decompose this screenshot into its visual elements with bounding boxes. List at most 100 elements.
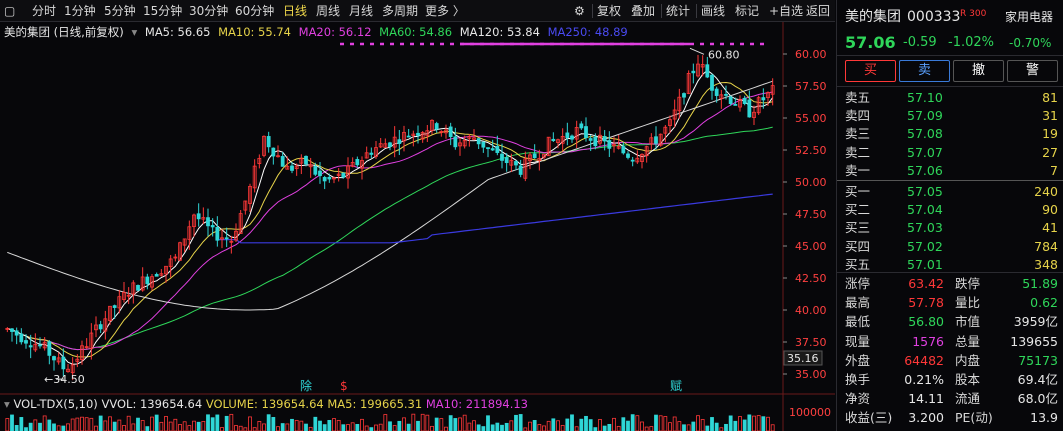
candle-body [327,176,332,180]
draw-line-button[interactable]: 画线 [701,0,725,22]
volume-bar [579,418,584,431]
volume-bar [621,417,626,431]
volume-bar [677,421,682,431]
volume-bar [710,417,714,431]
candle-body [355,159,360,166]
bid-volume: 348 [1034,256,1058,272]
bid-row[interactable]: 买一 57.05 240 [837,182,1063,201]
tab-weekly[interactable]: 周线 [316,0,340,22]
tab-60min[interactable]: 60分钟 [235,0,274,22]
buy-button[interactable]: 买 [845,60,896,82]
candle-body [24,340,28,344]
volume-bar [168,421,173,431]
candle-body [210,225,215,228]
volume-bar [574,426,579,431]
volume-bar [742,419,747,431]
add-watchlist-button[interactable]: +自选 [769,0,803,22]
overlay-button[interactable]: 叠加 [631,0,655,22]
candle-body [481,141,486,148]
stat-value: 68.0亿 [1017,391,1058,407]
ask-row[interactable]: 卖四 57.09 31 [837,106,1063,125]
volume-bar [668,422,672,431]
volume-bar [374,424,378,431]
candle-body [215,226,220,241]
stat-label: PE(动) [955,410,993,426]
chevron-down-icon[interactable]: ▾ [4,397,10,411]
tab-5min[interactable]: 5分钟 [104,0,136,22]
candle-body [448,126,453,137]
candle-body [705,64,710,78]
sell-button[interactable]: 卖 [899,60,950,82]
volume-bar [448,415,453,431]
candle-body [318,170,322,177]
candle-body [224,237,229,240]
bid-level-label: 买二 [845,202,871,218]
tab-1min[interactable]: 1分钟 [64,0,96,22]
volume-bar [490,424,495,431]
price-axis-label: 47.50 [795,208,827,221]
volume-bar [66,423,70,431]
volume-bar [192,420,196,431]
menu-icon[interactable]: ▢ [4,0,15,22]
ask-row[interactable]: 卖一 57.06 7 [837,161,1063,180]
bid-row[interactable]: 买四 57.02 784 [837,237,1063,256]
volume-bar [360,418,364,431]
kline-chart[interactable]: 60.00 57.50 55.00 52.50 50.00 47.50 45.00 42.50… [0,22,835,431]
ask-price: 57.10 [907,90,943,105]
volume-bar [108,416,112,431]
ask-row[interactable]: 卖五 57.10 81 [837,88,1063,107]
tab-multi-period[interactable]: 多周期 [382,0,418,22]
mark-button[interactable]: 标记 [735,0,759,22]
cancel-order-button[interactable]: 撤 [953,60,1004,82]
tab-daily[interactable]: 日线 [283,0,307,22]
volume-bar [500,424,504,431]
bid-level-label: 买三 [845,220,871,236]
volume-bar [556,420,560,431]
ask-volume: 27 [1042,144,1058,160]
volume-bar [252,427,257,431]
bid-row[interactable]: 买三 57.03 41 [837,218,1063,237]
stat-label: 流通 [955,391,981,407]
bid-level-label: 买五 [845,256,871,272]
volume-bar [406,423,411,431]
volume-bar [112,421,117,431]
stock-name: 美的集团 [845,9,901,25]
statistics-button[interactable]: 统计 [666,0,690,22]
volume-bar [528,421,532,431]
volume-bar [369,427,374,431]
alert-button[interactable]: 警 [1007,60,1058,82]
tab-30min[interactable]: 30分钟 [189,0,228,22]
back-button[interactable]: 返回 [806,0,830,22]
candle-body [476,138,481,145]
ask-row[interactable]: 卖三 57.08 19 [837,124,1063,143]
bid-row[interactable]: 买五 57.01 348 [837,255,1063,274]
tab-monthly[interactable]: 月线 [349,0,373,22]
stat-label: 最高 [845,295,871,311]
ma5-line [7,69,774,365]
volume-bar [346,424,350,431]
tab-fenshi[interactable]: 分时 [32,0,56,22]
settings-icon[interactable]: ⚙ [574,0,585,22]
candle-body [434,123,439,130]
volume-bar [196,421,201,431]
tab-15min[interactable]: 15分钟 [143,0,182,22]
stat-value: 57.78 [908,295,944,311]
volume-bar [635,415,640,431]
adjust-button[interactable]: 复权 [597,0,621,22]
ask-row[interactable]: 卖二 57.07 27 [837,143,1063,162]
candle-body [322,176,327,182]
volume-bar [42,415,47,431]
volume-bar [486,415,490,431]
sector-name[interactable]: 家用电器 [1005,8,1053,27]
ask-level-label: 卖一 [845,162,871,178]
stat-row: 换手 0.21% 股本 69.4亿 [837,370,1063,389]
tab-more[interactable]: 更多 〉 [425,0,465,22]
bid-price: 57.02 [907,238,943,254]
volume-bar [388,421,392,431]
ask-price: 57.09 [907,108,943,124]
volume-bar [103,420,108,431]
volume-bar [453,418,458,431]
volume-bar [411,413,416,431]
ma250-line [217,193,773,244]
bid-row[interactable]: 买二 57.04 90 [837,200,1063,219]
